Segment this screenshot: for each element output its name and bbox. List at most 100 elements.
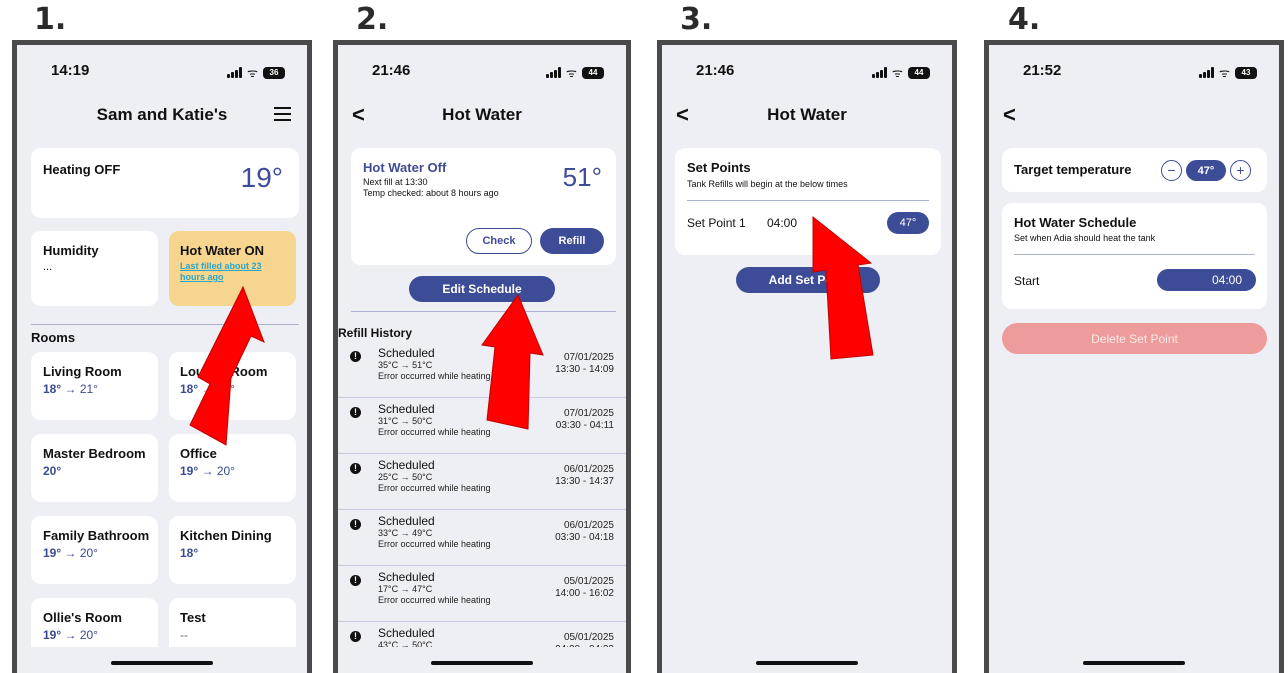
home-indicator[interactable] — [111, 661, 213, 665]
refill-history-list: ! Scheduled 35°C → 51°C Error occurred w… — [338, 342, 626, 662]
increase-button[interactable]: + — [1230, 160, 1251, 181]
home-bar-area — [662, 647, 952, 673]
divider — [687, 200, 929, 201]
set-points-card: Set Points Tank Refills will begin at th… — [675, 148, 941, 255]
error-icon: ! — [350, 351, 361, 362]
status-bar: 21:46 ᯤ 44 — [662, 45, 952, 95]
history-time: 14:00 - 16:02 — [555, 588, 614, 599]
wifi-icon: ᯤ — [1219, 66, 1230, 80]
error-icon: ! — [350, 631, 361, 642]
error-icon: ! — [350, 519, 361, 530]
step-number-4: 4. — [1008, 2, 1041, 37]
room-temp: 18° — [180, 546, 199, 560]
room-temp: 18° — [180, 382, 199, 396]
error-icon: ! — [350, 575, 361, 586]
history-error: Error occurred while heating — [378, 483, 491, 493]
room-card-lounge-room[interactable]: Lounge Room 18° → 22° — [169, 352, 296, 420]
set-points-subtitle: Tank Refills will begin at the below tim… — [687, 179, 848, 189]
back-icon[interactable]: < — [1003, 102, 1016, 128]
wifi-icon: ᯤ — [566, 66, 577, 80]
heating-card[interactable]: Heating OFF 19° — [31, 148, 299, 218]
start-label: Start — [1014, 274, 1040, 288]
refill-button[interactable]: Refill — [540, 228, 604, 254]
humidity-value: ... — [43, 261, 53, 273]
refill-history-heading: Refill History — [338, 326, 413, 340]
temp-checked-text: Temp checked: about 8 hours ago — [363, 188, 499, 198]
page-title: Hot Water — [767, 105, 847, 124]
red-arrow-annotation — [812, 215, 874, 360]
room-name: Kitchen Dining — [180, 528, 272, 543]
schedule-title: Hot Water Schedule — [1014, 215, 1137, 230]
decrease-button[interactable]: − — [1161, 160, 1182, 181]
menu-icon[interactable] — [274, 107, 291, 121]
humidity-card[interactable]: Humidity ... — [31, 231, 158, 306]
history-date: 06/01/2025 — [563, 520, 614, 531]
history-date: 05/01/2025 — [563, 576, 614, 587]
signal-icon — [546, 67, 562, 78]
status-bar: 21:52 ᯤ 43 — [989, 45, 1279, 95]
history-date: 07/01/2025 — [563, 408, 614, 419]
room-card-family-bathroom[interactable]: Family Bathroom 19° → 20° — [31, 516, 158, 584]
history-temp-range: 25°C → 50°C — [378, 472, 433, 482]
home-bar-area — [17, 647, 307, 673]
history-status: Scheduled — [378, 570, 435, 584]
room-temp: 19° — [43, 628, 62, 642]
target-temperature-value: 47° — [1186, 160, 1226, 181]
home-indicator[interactable] — [756, 661, 858, 665]
home-bar-area — [338, 647, 626, 673]
signal-icon — [872, 67, 888, 78]
delete-set-point-button[interactable]: Delete Set Point — [1002, 323, 1267, 354]
battery-icon: 44 — [908, 66, 930, 79]
room-temp: 20° — [43, 464, 62, 478]
start-time-picker[interactable]: 04:00 — [1157, 269, 1256, 291]
room-target: → 20° — [64, 546, 98, 560]
hot-water-last-filled-link[interactable]: Last filled about 23 hours ago — [180, 261, 285, 283]
home-indicator[interactable] — [1083, 661, 1185, 665]
status-time: 21:46 — [372, 62, 411, 79]
hot-water-card[interactable]: Hot Water ON Last filled about 23 hours … — [169, 231, 296, 306]
heating-label: Heating OFF — [43, 162, 121, 177]
room-name: Test — [180, 610, 206, 625]
room-target: → 20° — [64, 628, 98, 642]
room-temp: 19° — [180, 464, 199, 478]
history-temp-range: 33°C → 49°C — [378, 528, 433, 538]
step-number-3: 3. — [680, 2, 713, 37]
rooms-heading: Rooms — [31, 330, 76, 345]
room-card-kitchen-dining[interactable]: Kitchen Dining 18° — [169, 516, 296, 584]
history-temp-range: 17°C → 47°C — [378, 584, 433, 594]
set-point-row[interactable]: Set Point 1 04:00 47° — [675, 210, 941, 238]
humidity-label: Humidity — [43, 243, 99, 258]
room-name: Living Room — [43, 364, 122, 379]
error-icon: ! — [350, 463, 361, 474]
history-error: Error occurred while heating — [378, 371, 491, 381]
target-temperature-label: Target temperature — [1014, 162, 1132, 177]
status-bar: 14:19 ᯤ 36 — [17, 45, 307, 95]
room-card-office[interactable]: Office 19° → 20° — [169, 434, 296, 502]
divider — [1014, 254, 1255, 255]
check-button[interactable]: Check — [466, 228, 532, 254]
history-temp-range: 35°C → 51°C — [378, 360, 433, 370]
room-target: → 21° — [64, 382, 98, 396]
set-point-time: 04:00 — [767, 216, 798, 230]
room-name: Master Bedroom — [43, 446, 146, 461]
phone-screen-hot-water: 21:46 ᯤ 44 < Hot Water Hot Water Off Nex… — [333, 40, 631, 673]
list-item: ! Scheduled 25°C → 50°C Error occurred w… — [338, 454, 626, 510]
history-date: 05/01/2025 — [563, 632, 614, 643]
divider — [31, 324, 299, 325]
add-set-point-button[interactable]: Add Set Point — [736, 267, 880, 293]
history-error: Error occurred while heating — [378, 539, 491, 549]
room-name: Ollie's Room — [43, 610, 122, 625]
history-date: 07/01/2025 — [563, 352, 614, 363]
room-card-living-room[interactable]: Living Room 18° → 21° — [31, 352, 158, 420]
set-point-label: Set Point 1 — [687, 216, 746, 230]
home-indicator[interactable] — [431, 661, 533, 665]
edit-schedule-button[interactable]: Edit Schedule — [409, 276, 555, 302]
room-card-master-bedroom[interactable]: Master Bedroom 20° — [31, 434, 158, 502]
room-temp: 18° — [43, 382, 62, 396]
schedule-subtitle: Set when Adia should heat the tank — [1014, 233, 1156, 243]
history-date: 06/01/2025 — [563, 464, 614, 475]
phone-screen-set-points: 21:46 ᯤ 44 < Hot Water Set Points Tank R… — [657, 40, 957, 673]
room-name: Lounge Room — [180, 364, 268, 379]
status-time: 21:46 — [696, 62, 735, 79]
set-point-temp-badge: 47° — [887, 212, 929, 234]
